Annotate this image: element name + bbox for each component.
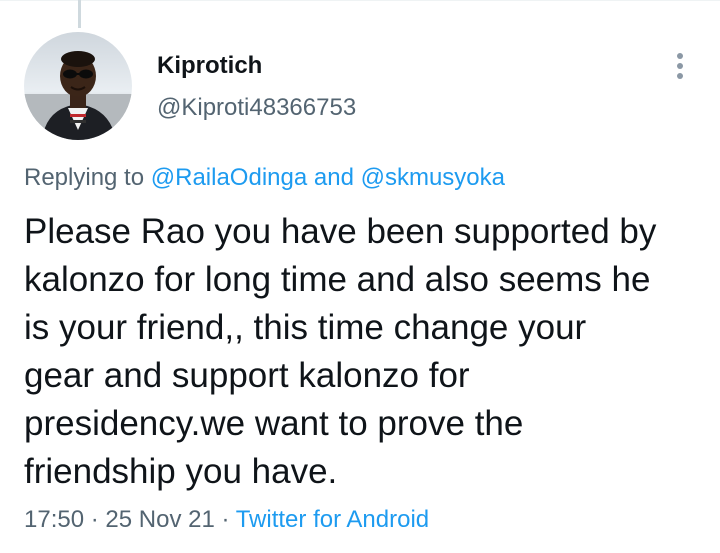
tweet-date[interactable]: 25 Nov 21	[105, 506, 214, 533]
profile-photo-icon	[24, 32, 132, 140]
author-handle[interactable]: @Kiproti48366753	[157, 94, 356, 122]
tweet-text: Please Rao you have been supported by ka…	[24, 208, 714, 496]
top-divider	[0, 0, 720, 1]
reply-user-link[interactable]: @skmusyoka	[361, 164, 505, 191]
tweet-text-line: kalonzo for long time and also seems he	[24, 260, 651, 299]
dot	[677, 63, 683, 69]
thread-line	[78, 0, 81, 28]
tweet-text-line: friendship you have.	[24, 452, 338, 491]
more-options-icon[interactable]	[664, 50, 696, 82]
tweet-meta: 17:50 · 25 Nov 21 · Twitter for Android	[24, 506, 429, 534]
replying-prefix: Replying to	[24, 164, 145, 191]
meta-separator: ·	[221, 506, 230, 533]
tweet-text-line: gear and support kalonzo for	[24, 356, 470, 395]
dot	[677, 53, 683, 59]
tweet-time[interactable]: 17:50	[24, 506, 84, 533]
meta-separator: ·	[90, 506, 99, 533]
tweet-text-line: presidency.we want to prove the	[24, 404, 524, 443]
tweet-text-line: Please Rao you have been supported by	[24, 212, 657, 251]
tweet-source-link[interactable]: Twitter for Android	[236, 506, 429, 533]
avatar[interactable]	[24, 32, 132, 140]
author-name[interactable]: Kiprotich	[157, 52, 262, 80]
reply-connector: and	[313, 164, 354, 191]
replying-to: Replying to @RailaOdinga and @skmusyoka	[24, 164, 505, 192]
dot	[677, 73, 683, 79]
reply-user-link[interactable]: @RailaOdinga	[151, 164, 307, 191]
tweet-text-line: is your friend,, this time change your	[24, 308, 587, 347]
